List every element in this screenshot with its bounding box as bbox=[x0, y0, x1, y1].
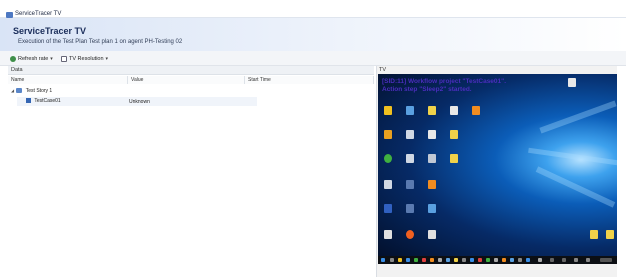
taskbar-app-icon[interactable] bbox=[518, 258, 522, 262]
start-icon[interactable] bbox=[381, 258, 385, 262]
tray-icon[interactable] bbox=[586, 258, 590, 262]
desktop-app-icon[interactable] bbox=[428, 204, 436, 213]
taskbar-app-icon[interactable] bbox=[526, 258, 530, 262]
taskbar-app-icon[interactable] bbox=[398, 258, 402, 262]
desktop-app-icon[interactable] bbox=[384, 180, 392, 189]
desktop-app-icon[interactable] bbox=[384, 154, 392, 163]
tray-icon[interactable] bbox=[562, 258, 566, 262]
taskbar-app-icon[interactable] bbox=[494, 258, 498, 262]
desktop-app-icon[interactable] bbox=[406, 106, 414, 115]
desktop-app-icon[interactable] bbox=[384, 106, 392, 115]
taskbar-app-icon[interactable] bbox=[390, 258, 394, 262]
column-header-name[interactable]: Name bbox=[8, 76, 128, 84]
desktop-folder-icon[interactable] bbox=[590, 230, 598, 239]
refresh-icon bbox=[10, 55, 16, 62]
tv-resolution-label: TV Resolution bbox=[69, 55, 104, 62]
desktop-app-icon[interactable] bbox=[428, 154, 436, 163]
window-title: ServiceTracer TV bbox=[15, 11, 62, 17]
taskbar-app-icon[interactable] bbox=[502, 258, 506, 262]
taskbar-app-icon[interactable] bbox=[446, 258, 450, 262]
remote-taskbar bbox=[378, 256, 617, 264]
desktop-app-icon[interactable] bbox=[406, 230, 414, 239]
chevron-down-icon: ▾ bbox=[50, 55, 53, 62]
light-beam bbox=[535, 166, 616, 208]
tray-icon[interactable] bbox=[550, 258, 554, 262]
tv-pane: TV [SID:11] Workflow project "TestCase01… bbox=[376, 66, 617, 277]
taskbar-app-icon[interactable] bbox=[438, 258, 442, 262]
desktop-app-icon[interactable] bbox=[428, 180, 436, 189]
remote-desktop-view[interactable]: [SID:11] Workflow project "TestCase01". … bbox=[378, 74, 617, 264]
data-pane: Data Name Value Start Time ◢ Test Story … bbox=[8, 66, 374, 277]
taskbar-app-icon[interactable] bbox=[478, 258, 482, 262]
testcase-name: TestCase01 bbox=[34, 98, 61, 104]
taskbar-app-icon[interactable] bbox=[422, 258, 426, 262]
data-section-title: Data bbox=[8, 66, 374, 75]
refresh-rate-button[interactable]: Refresh rate ▾ bbox=[10, 54, 53, 63]
test-story-name: Test Story 1 bbox=[25, 88, 53, 94]
taskbar-app-icon[interactable] bbox=[486, 258, 490, 262]
page-title: ServiceTracer TV bbox=[13, 26, 87, 36]
desktop-file-icon[interactable] bbox=[568, 78, 576, 87]
expand-icon[interactable]: ◢ bbox=[11, 88, 14, 93]
tv-section-title: TV bbox=[379, 67, 387, 73]
desktop-app-icon[interactable] bbox=[428, 130, 436, 139]
overlay-line-1: [SID:11] Workflow project "TestCase01". bbox=[382, 78, 507, 85]
page-subtitle: Execution of the Test Plan Test plan 1 o… bbox=[18, 39, 183, 45]
clock-area[interactable] bbox=[600, 258, 612, 262]
taskbar-app-icon[interactable] bbox=[414, 258, 418, 262]
taskbar-app-icon[interactable] bbox=[462, 258, 466, 262]
light-beam bbox=[528, 147, 617, 166]
tray-icon[interactable] bbox=[574, 258, 578, 262]
testcase-value: Unknown bbox=[129, 99, 150, 105]
testcase-icon bbox=[26, 98, 31, 103]
taskbar-app-icon[interactable] bbox=[470, 258, 474, 262]
taskbar-app-icon[interactable] bbox=[406, 258, 410, 262]
desktop-app-icon[interactable] bbox=[406, 130, 414, 139]
tree-row-test-story[interactable]: ◢ Test Story 1 bbox=[11, 86, 52, 95]
overlay-line-2: Action step "Sleep2" started. bbox=[382, 86, 472, 93]
chevron-down-icon: ▾ bbox=[105, 55, 109, 62]
monitor-icon bbox=[61, 55, 67, 62]
tree-row-testcase[interactable]: TestCase01 bbox=[26, 97, 61, 106]
tv-resolution-button[interactable]: TV Resolution ▾ bbox=[61, 54, 108, 63]
desktop-app-icon[interactable] bbox=[450, 154, 458, 163]
desktop-app-icon[interactable] bbox=[428, 230, 436, 239]
toolbar: Refresh rate ▾ TV Resolution ▾ bbox=[0, 51, 626, 66]
folder-icon bbox=[16, 88, 23, 93]
refresh-rate-label: Refresh rate bbox=[18, 55, 49, 62]
desktop-app-icon[interactable] bbox=[406, 154, 414, 163]
light-beam bbox=[539, 100, 617, 134]
column-header-value[interactable]: Value bbox=[128, 76, 245, 84]
window-titlebar: ServiceTracer TV bbox=[0, 0, 626, 18]
page-header: ServiceTracer TV Execution of the Test P… bbox=[0, 18, 626, 51]
desktop-app-icon[interactable] bbox=[450, 106, 458, 115]
taskbar-app-icon[interactable] bbox=[538, 258, 542, 262]
taskbar-app-icon[interactable] bbox=[454, 258, 458, 262]
desktop-app-icon[interactable] bbox=[384, 230, 392, 239]
desktop-app-icon[interactable] bbox=[428, 106, 436, 115]
desktop-app-icon[interactable] bbox=[406, 180, 414, 189]
status-overlay: [SID:11] Workflow project "TestCase01". … bbox=[382, 78, 506, 94]
column-header-start-time[interactable]: Start Time bbox=[245, 76, 374, 84]
desktop-app-icon[interactable] bbox=[450, 130, 458, 139]
desktop-app-icon[interactable] bbox=[472, 106, 480, 115]
taskbar-app-icon[interactable] bbox=[430, 258, 434, 262]
desktop-app-icon[interactable] bbox=[384, 204, 392, 213]
desktop-app-icon[interactable] bbox=[384, 130, 392, 139]
taskbar-app-icon[interactable] bbox=[510, 258, 514, 262]
desktop-app-icon[interactable] bbox=[406, 204, 414, 213]
desktop-folder-icon[interactable] bbox=[606, 230, 614, 239]
